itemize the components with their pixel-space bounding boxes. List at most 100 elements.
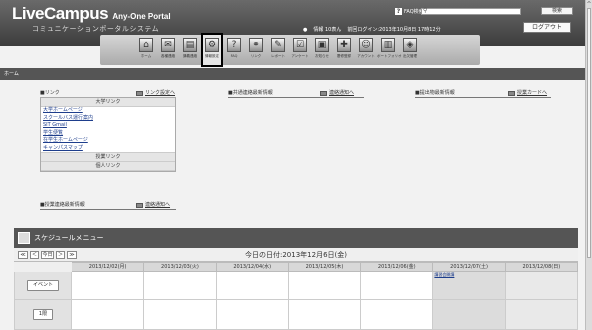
schedule-cell[interactable] — [215, 271, 289, 300]
schedule-cell[interactable] — [504, 299, 579, 330]
nav-item-6[interactable]: ✎ レポート — [267, 35, 289, 65]
user-name: 情報 10表ん — [313, 27, 342, 33]
common-notice-link[interactable]: 連絡通知へ — [320, 90, 354, 97]
nav-item-2[interactable]: ▤ 講義連絡 — [179, 35, 201, 65]
divider — [415, 97, 551, 98]
event-link[interactable]: 講習会開講 — [433, 272, 454, 277]
nav-item-5[interactable]: ⚭ リンク — [245, 35, 267, 65]
link-item[interactable]: キャンパスマップ — [41, 145, 175, 153]
gear-icon — [136, 91, 143, 96]
header-tools: ? FAQ検索 ⚲ 検索 ● 情報 10表ん 前回ログイン:2013年10月8日… — [303, 7, 580, 38]
nav-item-12[interactable]: ◈ 出欠管理 — [399, 35, 421, 65]
nav-item-4[interactable]: ? FAQ — [223, 35, 245, 65]
settings-icon: ⚙ — [205, 38, 219, 52]
personal-links-header[interactable]: 個人リンク — [41, 162, 175, 171]
day-header: 2013/12/06(金) — [360, 262, 434, 272]
nav-item-10[interactable]: ☺ アカウント — [355, 35, 377, 65]
nav-item-label: ポートフォリオ — [377, 54, 402, 58]
notice-icon — [320, 91, 327, 96]
schedule-cell[interactable] — [70, 299, 145, 330]
link-item[interactable]: 大学ホームページ — [41, 107, 175, 115]
university-links-header: 大学リンク — [41, 98, 175, 107]
brand-tagline: コミュニケーションポータルシステム — [32, 25, 160, 33]
nav-item-label: FAQ — [230, 54, 238, 58]
period-row-button[interactable]: 1限 — [32, 309, 54, 320]
schedule-event-row: イベント 講習会開講 — [14, 271, 579, 300]
day-header: 2013/12/03(火) — [143, 262, 217, 272]
schedule-cell[interactable] — [143, 271, 217, 300]
nav-item-label: お知らせ — [315, 54, 329, 58]
nav-item-label: アカウント — [357, 54, 375, 58]
link-item[interactable]: 在学生ホームページ — [41, 137, 175, 145]
search-button[interactable]: 検索 — [541, 7, 573, 15]
brand-subtitle: Any-One Portal — [112, 12, 171, 21]
event-row-button[interactable]: イベント — [26, 280, 59, 291]
row-label-cell: 1限 — [14, 299, 72, 330]
schedule-cell[interactable] — [504, 271, 579, 300]
today-date: 今日の日付:2013年12月6日(金) — [245, 251, 347, 259]
schedule-cell[interactable] — [287, 271, 362, 300]
divider — [228, 97, 364, 98]
class-panel-title: ■授業連絡最新情報 — [40, 202, 85, 208]
dashboard-panels: ■リンク リンク設定へ 大学リンク 大学ホームページ スクールバス運行案内 SI… — [0, 80, 585, 230]
logo[interactable]: LiveCampus Any-One Portal — [12, 5, 171, 26]
vertical-scrollbar[interactable]: ^ — [585, 0, 592, 330]
register-icon: ✚ — [337, 38, 351, 52]
schedule-cell[interactable] — [360, 299, 434, 330]
class-links-header[interactable]: 授業リンク — [41, 152, 175, 162]
nav-item-1[interactable]: ✉ 各種連絡 — [157, 35, 179, 65]
schedule-cell[interactable] — [287, 299, 362, 330]
home-icon: ⌂ — [139, 38, 153, 52]
brand-name: LiveCampus — [12, 4, 109, 23]
schedule-day-header-row: 2013/12/02(月) 2013/12/03(火) 2013/12/04(水… — [14, 262, 579, 272]
breadcrumb: ホーム — [0, 68, 585, 80]
last-login: 前回ログイン:2013年10月8日 17時12分 — [347, 27, 441, 33]
logout-button[interactable]: ログアウト — [523, 22, 571, 33]
day-header: 2013/12/08(日) — [504, 262, 579, 272]
schedule-cell[interactable] — [143, 299, 217, 330]
day-header: 2013/12/05(木) — [287, 262, 362, 272]
schedule-cell[interactable]: 講習会開講 — [432, 271, 506, 300]
link-settings-link[interactable]: リンク設定へ — [136, 90, 175, 97]
schedule-title: スケジュールメニュー — [34, 234, 104, 242]
next-day-button[interactable]: ＞ — [56, 251, 65, 259]
schedule-cell[interactable] — [70, 271, 145, 300]
survey-icon: ☑ — [293, 38, 307, 52]
schedule-cell[interactable] — [360, 271, 434, 300]
search-input[interactable]: ⚲ — [421, 8, 521, 15]
nav-item-9[interactable]: ✚ 履修登録 — [333, 35, 355, 65]
scroll-thumb[interactable] — [587, 8, 591, 258]
corner-cell — [14, 262, 72, 272]
link-item[interactable]: スクールバス運行案内 — [41, 115, 175, 123]
next-week-button[interactable]: ≫ — [67, 251, 77, 259]
class-card-link[interactable]: 授業カードへ — [508, 90, 547, 97]
links-panel: 大学リンク 大学ホームページ スクールバス運行案内 SIT Gmail 学生便覧… — [40, 97, 176, 172]
nav-item-0[interactable]: ⌂ ホーム — [135, 35, 157, 65]
submission-panel-title: ■提出物最新情報 — [415, 90, 455, 96]
browser-viewport: LiveCampus Any-One Portal コミュニケーションポータルシ… — [0, 0, 585, 330]
today-button[interactable]: 今日 — [41, 251, 54, 259]
prev-day-button[interactable]: ＜ — [30, 251, 39, 259]
search-icon: ⚲ — [423, 7, 428, 14]
nav-item-label: 各種連絡 — [161, 54, 175, 58]
nav-item-label: 情報設定 — [205, 54, 219, 58]
day-header: 2013/12/07(土) — [432, 262, 506, 272]
class-notice-link[interactable]: 連絡通知へ — [136, 202, 170, 209]
nav-item-label: アンケート — [291, 54, 309, 58]
info-icon: ▣ — [315, 38, 329, 52]
nav-item-7[interactable]: ☑ アンケート — [289, 35, 311, 65]
nav-item-3[interactable]: ⚙ 情報設定 — [201, 33, 223, 67]
link-item[interactable]: SIT Gmail — [41, 122, 175, 130]
schedule-cell[interactable] — [432, 299, 506, 330]
scroll-up-icon[interactable]: ^ — [586, 1, 592, 8]
nav-item-8[interactable]: ▣ お知らせ — [311, 35, 333, 65]
schedule-controls: 今日の日付:2013年12月6日(金) ≪ ＜ 今日 ＞ ≫ — [14, 248, 578, 262]
lecture-icon: ▤ — [183, 38, 197, 52]
link-item[interactable]: 学生便覧 — [41, 130, 175, 138]
prev-week-button[interactable]: ≪ — [18, 251, 28, 259]
schedule-cell[interactable] — [215, 299, 289, 330]
nav-item-11[interactable]: ▥ ポートフォリオ — [377, 35, 402, 65]
portfolio-icon: ▥ — [381, 38, 395, 52]
nav-item-label: 講義連絡 — [183, 54, 197, 58]
question-icon: ? — [395, 8, 402, 15]
